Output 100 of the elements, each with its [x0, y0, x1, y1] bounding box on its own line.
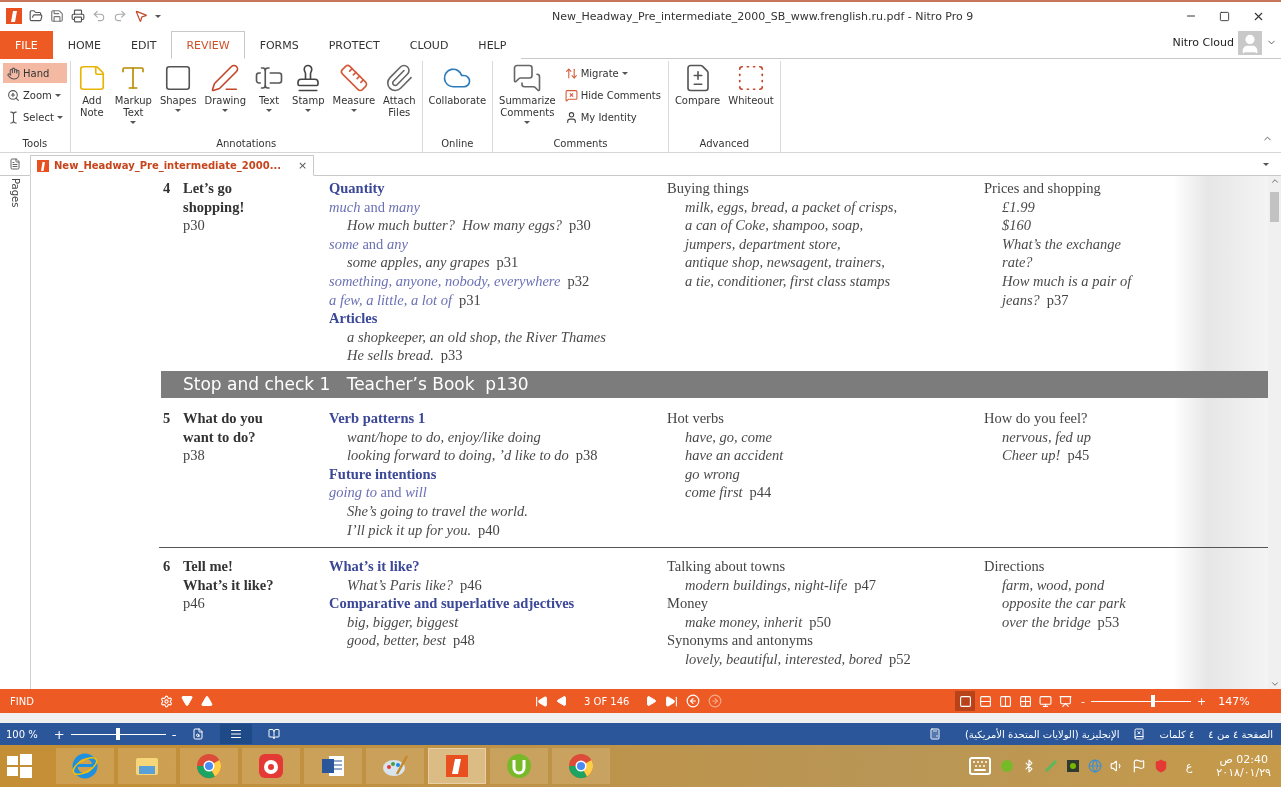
ribbon-button[interactable]: Text — [251, 61, 288, 138]
printer-icon[interactable] — [71, 9, 85, 23]
text-line: something, anyone, nobody, everywhere p32 — [329, 271, 590, 291]
ribbon-button[interactable]: Hide Comments — [560, 85, 665, 105]
tab-close-button[interactable]: × — [298, 159, 308, 172]
unit-number: 6 — [162, 557, 172, 577]
caret-icon[interactable] — [1263, 162, 1269, 166]
ribbon-button[interactable]: Add Note — [73, 61, 110, 138]
ribbon-button[interactable]: Whiteout — [725, 61, 777, 138]
back-icon[interactable] — [686, 694, 701, 708]
pointer-icon[interactable] — [134, 9, 148, 23]
forward-icon[interactable] — [708, 694, 723, 708]
view-mode-button[interactable] — [955, 691, 975, 711]
undo-icon[interactable] — [92, 9, 106, 23]
settings-icon[interactable] — [160, 694, 173, 708]
text-line: big, bigger, biggest — [346, 612, 459, 632]
ribbon-button[interactable]: Hand — [3, 63, 67, 83]
caret-icon[interactable] — [155, 14, 161, 18]
page-icon[interactable] — [9, 158, 21, 170]
keyboard-icon[interactable] — [967, 754, 992, 778]
word-count[interactable]: ٤ كلمات — [1159, 728, 1195, 740]
view-mode-button[interactable] — [220, 724, 253, 744]
text-line: jeans? p37 — [999, 290, 1069, 310]
text-cursor-icon — [7, 110, 20, 124]
two-columns-icon — [998, 694, 1012, 708]
zoom-icon — [7, 88, 20, 102]
grid-icon — [1018, 694, 1032, 708]
text-line: Synonyms and antonyms — [667, 631, 813, 651]
text-line: antique shop, newsagent, trainers, — [684, 253, 885, 272]
zoom-in-button[interactable]: + — [53, 726, 65, 742]
folder-icon[interactable] — [29, 9, 43, 23]
graphics-icon[interactable] — [1065, 759, 1080, 773]
windows-start-icon[interactable] — [4, 751, 34, 781]
previous-page-icon[interactable] — [556, 695, 568, 707]
zoom-reading: 100 % — [6, 728, 38, 740]
scroll-down-icon[interactable] — [1269, 679, 1280, 689]
document-tab[interactable]: New_Headway_Pre_intermediate_2000... × — [30, 155, 315, 176]
browser-e-icon — [71, 752, 99, 780]
slider-thumb[interactable] — [116, 728, 121, 740]
account-name[interactable]: Nitro Cloud — [1172, 36, 1234, 49]
text-line: How much butter? How many eggs? p30 — [346, 216, 591, 235]
text-line: What’s Paris like? p46 — [346, 575, 482, 595]
slider-thumb[interactable] — [1151, 695, 1155, 707]
proofing-icon[interactable] — [1133, 728, 1146, 740]
single-page-icon — [958, 694, 972, 708]
comments-icon — [512, 63, 543, 93]
flag-icon[interactable] — [1131, 759, 1146, 773]
ribbon-button[interactable]: Zoom — [3, 85, 67, 105]
menu-tab[interactable]: REVIEW — [171, 31, 245, 59]
next-page-icon[interactable] — [645, 695, 658, 707]
page-reference: p38 — [183, 446, 206, 465]
text-line: go wrong — [684, 464, 740, 484]
ruler-icon — [338, 63, 369, 93]
ribbon-button[interactable]: Stamp — [289, 61, 328, 138]
taskbar-app-button[interactable] — [428, 748, 486, 784]
recorder-icon — [257, 752, 285, 780]
maximize-icon[interactable] — [1219, 10, 1230, 22]
unit-number: 5 — [162, 408, 172, 428]
ribbon-button[interactable]: Shapes — [156, 61, 200, 138]
text-line: Articles — [329, 309, 378, 328]
taskbar-app-button[interactable] — [242, 748, 300, 784]
text-line: I’ll pick it up for you. p40 — [346, 520, 500, 540]
ribbon-button[interactable]: My Identity — [560, 107, 665, 127]
group-label: Comments — [552, 138, 609, 151]
print-layout-icon — [230, 728, 243, 740]
ribbon-button[interactable]: Drawing — [201, 61, 250, 138]
triangle-up-icon[interactable] — [201, 695, 213, 707]
text-line: He sells bread. p33 — [346, 346, 463, 365]
ribbon-button[interactable]: Attach Files — [380, 61, 419, 138]
triangle-down-icon[interactable] — [181, 695, 193, 707]
pages-panel-tab[interactable]: Pages — [9, 178, 21, 208]
ribbon-button[interactable]: Summarize Comments — [496, 61, 559, 138]
first-page-icon[interactable] — [535, 694, 548, 708]
redo-icon[interactable] — [113, 9, 127, 23]
macro-icon[interactable] — [928, 728, 941, 740]
save-icon[interactable] — [50, 9, 64, 23]
last-page-icon[interactable] — [665, 694, 679, 708]
person-icon — [564, 110, 578, 124]
ribbon-button[interactable]: Select — [3, 107, 67, 127]
scroll-up-icon[interactable] — [1269, 176, 1280, 186]
language-indicator[interactable]: الإنجليزية (الولايات المتحدة الأمريكية) — [964, 728, 1120, 740]
text-line: What’s it like? — [329, 557, 420, 576]
taskbar-app-button[interactable] — [304, 748, 362, 784]
ribbon-button[interactable]: Markup Text — [111, 61, 155, 138]
chrome-icon — [195, 752, 223, 780]
text-line: looking forward to doing, ’d like to do p38 — [346, 446, 598, 465]
page-count[interactable]: الصفحة ٤ من ٤ — [1208, 728, 1273, 740]
text-line: nervous, fed up — [1001, 427, 1091, 447]
scroll-thumb[interactable] — [1270, 192, 1279, 222]
text-line: have, go, come — [684, 427, 772, 447]
zoom-out-button[interactable]: - — [171, 726, 177, 742]
text-line: rate? — [1001, 253, 1033, 272]
ribbon-button[interactable]: Collaborate — [425, 61, 490, 138]
ribbon-button[interactable]: Measure — [329, 61, 379, 138]
text-line: a few, a little, a lot of p31 — [329, 290, 481, 310]
text-line: lovely, beautiful, interested, bored p52 — [684, 650, 911, 669]
text-line: over the bridge p53 — [1001, 612, 1120, 632]
text-line: have an accident — [684, 446, 784, 465]
ribbon-button[interactable]: Compare — [671, 61, 724, 138]
ribbon-button[interactable]: Migrate — [560, 63, 665, 83]
